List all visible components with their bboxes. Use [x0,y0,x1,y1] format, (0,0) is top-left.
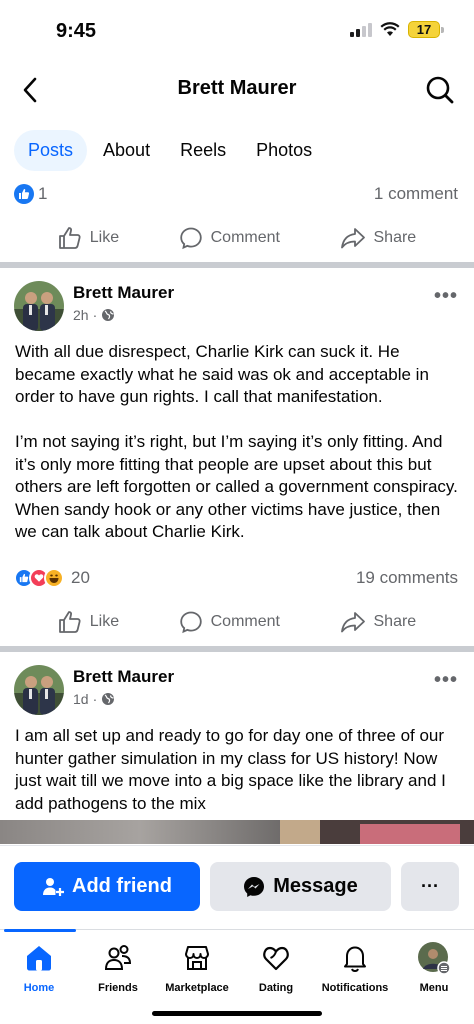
nav-marketplace-label: Marketplace [165,982,229,994]
like-reaction-icon [14,184,34,204]
tab-reels[interactable]: Reels [166,130,240,171]
profile-tabs: Posts About Reels Photos [14,130,328,171]
reaction-summary[interactable]: 20 [14,568,90,588]
marketplace-icon [185,946,209,970]
share-icon [340,612,365,633]
post-text: I am all set up and ready to go for day … [15,726,446,813]
home-icon [27,946,51,971]
comment-button[interactable]: Comment [179,610,280,634]
haha-reaction-icon [44,568,64,588]
post-options-button[interactable]: ••• [434,285,458,308]
like-label: Like [89,613,120,630]
nav-menu-label: Menu [419,982,449,994]
reaction-summary[interactable]: 1 [14,184,47,204]
tab-photos[interactable]: Photos [242,130,326,171]
comment-count[interactable]: 19 comments [356,568,458,588]
avatar[interactable] [14,665,64,715]
share-button[interactable]: Share [340,226,417,250]
comment-icon [179,227,202,250]
post-author[interactable]: Brett Maurer [73,283,174,303]
nav-home-label: Home [23,982,55,994]
more-options-button[interactable]: ··· [401,862,459,911]
post-meta: 1d · [73,691,115,707]
wifi-icon [380,22,400,36]
share-label: Share [373,229,417,246]
profile-header: Brett Maurer [0,62,474,118]
nav-marketplace[interactable]: Marketplace [152,942,242,994]
message-label: Message [273,875,358,897]
status-icons: 17 [350,21,444,38]
page-title: Brett Maurer [177,77,297,99]
nav-friends-label: Friends [98,982,138,994]
post-author[interactable]: Brett Maurer [73,667,174,687]
active-tab-indicator [4,929,76,932]
post-divider [0,646,474,652]
messenger-icon [244,876,265,897]
nav-friends[interactable]: Friends [73,942,163,994]
nav-notifications-label: Notifications [321,982,389,994]
globe-icon [102,693,115,705]
post-divider [0,262,474,268]
profile-action-bar: Add friend Message ··· [0,845,474,929]
battery-level: 17 [408,21,440,38]
post-header: Brett Maurer 1d · ••• [14,665,460,717]
bell-icon [344,946,366,973]
share-button[interactable]: Share [340,610,417,634]
post-actions: Like Comment Share [0,600,474,644]
add-friend-label: Add friend [72,875,172,897]
tab-about[interactable]: About [89,130,164,171]
prev-post-reactions: 1 1 comment [14,184,458,204]
nav-home[interactable]: Home [0,942,84,994]
share-label: Share [373,613,417,630]
add-friend-button[interactable]: Add friend [14,862,200,911]
message-button[interactable]: Message [210,862,391,911]
comment-label: Comment [210,229,280,246]
comment-button[interactable]: Comment [179,226,280,250]
post-meta: 2h · [73,307,115,323]
reaction-count: 20 [71,568,90,587]
thumbs-up-icon [58,611,81,633]
post-time: 2h [73,307,89,323]
profile-avatar-icon [418,942,451,975]
nav-dating-label: Dating [258,982,294,994]
status-bar: 9:45 17 [0,0,474,62]
thumbs-up-icon [58,227,81,249]
like-label: Like [89,229,120,246]
like-button[interactable]: Like [58,226,119,250]
reaction-count: 1 [38,184,48,203]
post-photo[interactable] [0,820,474,844]
nav-dating[interactable]: Dating [231,942,321,994]
prev-post-actions: Like Comment Share [0,216,474,260]
post-reactions: 20 19 comments [14,568,458,588]
post-options-button[interactable]: ••• [434,669,458,692]
home-indicator[interactable] [152,1011,322,1016]
avatar[interactable] [14,281,64,331]
add-person-icon [43,877,64,896]
battery-icon: 17 [408,21,444,38]
post-text: With all due disrespect, Charlie Kirk ca… [15,342,458,541]
status-time: 9:45 [56,20,97,42]
tab-posts[interactable]: Posts [14,130,88,171]
search-button[interactable] [424,74,456,106]
post-header: Brett Maurer 2h · ••• [14,281,460,333]
like-button[interactable]: Like [58,610,119,634]
signal-icon [350,22,372,37]
comment-icon [179,611,202,634]
globe-icon [102,309,115,321]
friends-icon [104,945,132,970]
post-time: 1d [73,691,89,707]
nav-notifications[interactable]: Notifications [310,942,400,994]
reaction-icons [14,568,64,588]
dating-heart-icon [263,946,289,971]
bottom-tab-bar: Home Friends Marketplace Dating Notifica… [0,929,474,1024]
comment-count[interactable]: 1 comment [374,184,458,204]
comment-label: Comment [210,613,280,630]
share-icon [340,228,365,249]
nav-menu[interactable]: Menu [389,942,474,994]
search-icon [426,76,454,104]
